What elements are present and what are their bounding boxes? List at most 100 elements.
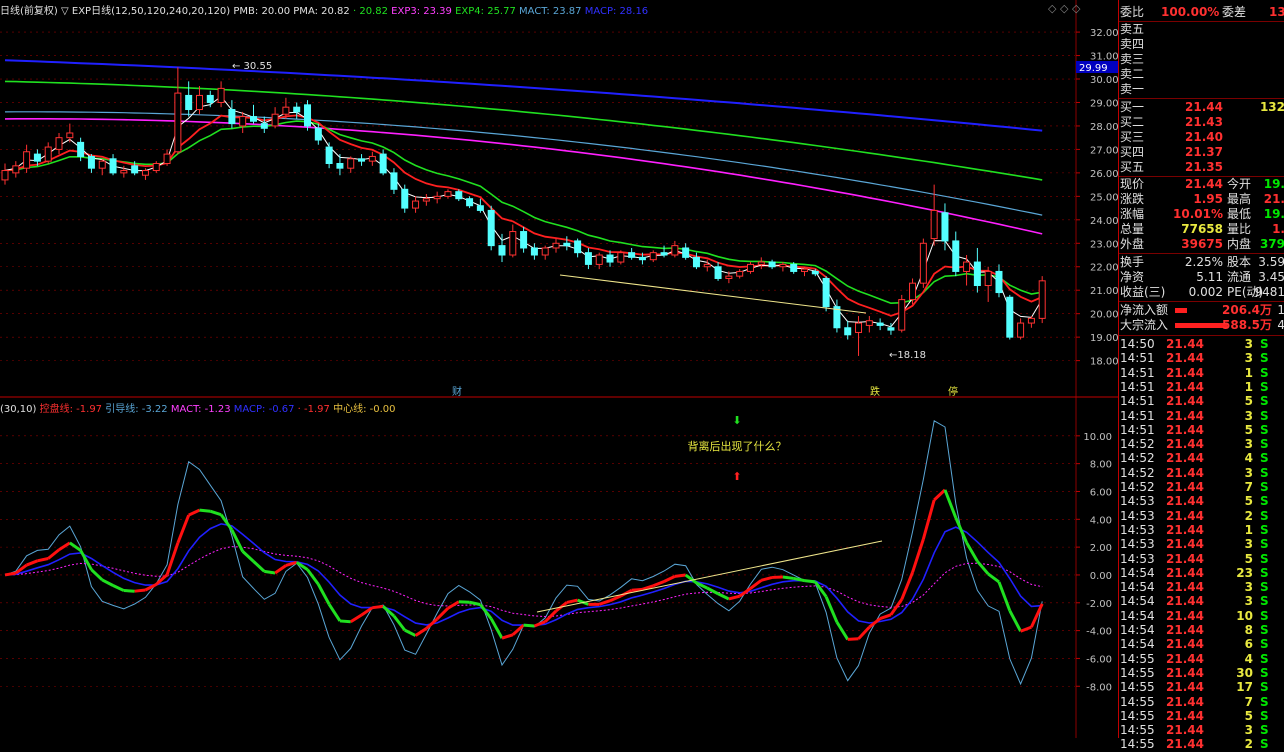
tick-side: S bbox=[1260, 537, 1269, 552]
buy-level-label: 买四 bbox=[1120, 145, 1144, 160]
window-icon-1[interactable]: ◇ bbox=[1048, 2, 1056, 15]
tick-time: 14:55 bbox=[1120, 680, 1155, 695]
quote-label-2: 内盘 bbox=[1227, 237, 1251, 252]
sell-row: 卖一 bbox=[1119, 82, 1284, 97]
tick-row: 14:5121.445S bbox=[1119, 423, 1284, 438]
flow-label: 净流入额 bbox=[1120, 303, 1168, 318]
divider bbox=[1119, 98, 1284, 99]
control-line-segment bbox=[653, 581, 664, 585]
candle-body bbox=[802, 269, 808, 271]
control-line-segment bbox=[48, 550, 59, 559]
candle-body bbox=[661, 253, 667, 255]
quote-value-2: 1. bbox=[1272, 222, 1284, 237]
tick-volume: 3 bbox=[1245, 337, 1253, 352]
candle-body bbox=[121, 171, 127, 173]
candle-body bbox=[629, 253, 635, 258]
candle-body bbox=[456, 192, 462, 199]
tick-price: 21.44 bbox=[1166, 480, 1204, 495]
quote-value: 1.95 bbox=[1193, 192, 1223, 207]
tick-price: 21.44 bbox=[1166, 594, 1204, 609]
buy-level-label: 买三 bbox=[1120, 130, 1144, 145]
control-line-segment bbox=[848, 639, 859, 640]
control-line-segment bbox=[977, 561, 988, 574]
tick-row: 14:5221.447S bbox=[1119, 480, 1284, 495]
exp2-value: · 20.82 bbox=[353, 6, 388, 17]
envelope-line bbox=[5, 421, 1042, 684]
tick-row: 14:5121.443S bbox=[1119, 409, 1284, 424]
tick-volume: 3 bbox=[1245, 409, 1253, 424]
candle-body bbox=[13, 166, 19, 173]
sell-row: 卖二 bbox=[1119, 67, 1284, 82]
candle-body bbox=[499, 246, 505, 255]
tick-row: 14:5521.444S bbox=[1119, 652, 1284, 667]
tick-price: 21.44 bbox=[1166, 537, 1204, 552]
sell-row: 卖四 bbox=[1119, 37, 1284, 52]
tick-price: 21.44 bbox=[1166, 437, 1204, 452]
tick-volume: 5 bbox=[1245, 709, 1253, 724]
tick-time: 14:51 bbox=[1120, 351, 1155, 366]
divergence-line-sub bbox=[537, 541, 882, 612]
control-line-segment bbox=[502, 635, 513, 638]
period-label[interactable]: 日线(前复权) bbox=[0, 6, 58, 17]
tick-row: 14:5221.443S bbox=[1119, 437, 1284, 452]
quote-label-2: 最高 bbox=[1227, 192, 1251, 207]
quote-label-2: 今开 bbox=[1227, 177, 1251, 192]
quote-value-2: 19. bbox=[1264, 207, 1284, 222]
control-line-segment bbox=[199, 510, 210, 511]
control-line-segment bbox=[5, 573, 16, 575]
tick-side: S bbox=[1260, 580, 1269, 595]
tick-time: 14:51 bbox=[1120, 394, 1155, 409]
buy-level-label: 买一 bbox=[1120, 100, 1144, 115]
divider bbox=[1119, 301, 1284, 302]
buy-row: 买四21.37 bbox=[1119, 145, 1284, 160]
y-tick-label: 32.00 bbox=[1090, 28, 1118, 39]
candle-body bbox=[229, 110, 235, 124]
tick-row: 14:5421.446S bbox=[1119, 637, 1284, 652]
control-line-segment bbox=[524, 625, 535, 626]
tick-side: S bbox=[1260, 380, 1269, 395]
candle-body bbox=[877, 323, 883, 325]
weibi-label: 委比 bbox=[1120, 5, 1144, 20]
candle-body bbox=[413, 201, 419, 208]
tick-side: S bbox=[1260, 680, 1269, 695]
candle-body bbox=[423, 199, 429, 201]
main-kline-chart[interactable]: 32.0031.0030.0029.0028.0027.0026.0025.00… bbox=[0, 0, 1118, 398]
candle-body bbox=[186, 95, 192, 109]
control-line-segment bbox=[934, 490, 945, 500]
tick-volume: 5 bbox=[1245, 394, 1253, 409]
tick-time: 14:51 bbox=[1120, 366, 1155, 381]
candle-body bbox=[1018, 323, 1024, 337]
tick-side: S bbox=[1260, 494, 1269, 509]
quote-label: 现价 bbox=[1120, 177, 1144, 192]
quote-value-2: 19. bbox=[1264, 177, 1284, 192]
tag-cai: 财 bbox=[452, 385, 462, 398]
candle-body bbox=[693, 257, 699, 266]
candle-body bbox=[737, 271, 743, 276]
tag-ting: 停 bbox=[948, 385, 958, 398]
y-tick-label: 2.00 bbox=[1090, 543, 1112, 554]
chart-area[interactable]: 32.0031.0030.0029.0028.0027.0026.0025.00… bbox=[0, 0, 1118, 738]
candle-body bbox=[153, 163, 159, 170]
tick-time: 14:53 bbox=[1120, 552, 1155, 567]
sub-params[interactable]: (30,10) bbox=[0, 404, 36, 415]
indicator-name[interactable]: ▽ EXP日线(12,50,120,240,20,120) bbox=[61, 6, 230, 17]
tick-row: 14:5521.447S bbox=[1119, 695, 1284, 710]
candle-body bbox=[996, 271, 1002, 292]
candle-body bbox=[888, 328, 894, 330]
control-line-segment bbox=[794, 578, 805, 580]
control-line-segment bbox=[675, 575, 686, 576]
control-line-segment bbox=[318, 584, 329, 604]
window-icon-2[interactable]: ◇ bbox=[1060, 2, 1068, 15]
candle-body bbox=[856, 323, 862, 332]
candle-body bbox=[348, 159, 354, 168]
quote-value: 21.44 bbox=[1185, 177, 1223, 192]
window-icon-3[interactable]: ◇ bbox=[1072, 2, 1080, 15]
buy-row: 买一21.44132 bbox=[1119, 100, 1284, 115]
control-line-segment bbox=[567, 600, 578, 602]
indicator-subchart[interactable]: 10.008.006.004.002.000.00-2.00-4.00-6.00… bbox=[0, 398, 1118, 738]
tick-volume: 3 bbox=[1245, 580, 1253, 595]
sub-extra-value: · -1.97 bbox=[298, 404, 330, 415]
y-tick-label: -4.00 bbox=[1086, 627, 1112, 638]
candle-body bbox=[45, 147, 51, 161]
candle-body bbox=[196, 95, 202, 109]
